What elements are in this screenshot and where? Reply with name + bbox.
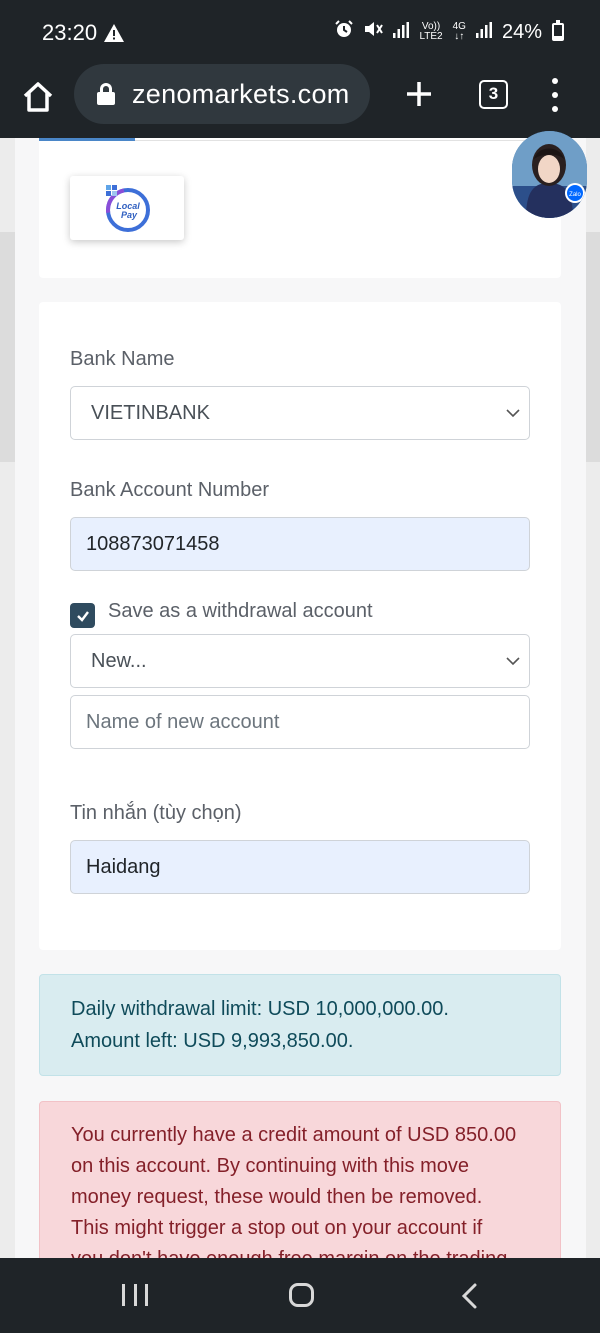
- warning-line: money request, these would then be remov…: [71, 1186, 483, 1208]
- new-account-name-input[interactable]: Name of new account: [70, 695, 530, 749]
- payment-method-card: Local Pay: [39, 138, 561, 278]
- new-tab-button[interactable]: [402, 74, 436, 114]
- warning-line: you don't have enough free margin on the…: [71, 1244, 529, 1258]
- mute-icon: [363, 20, 384, 44]
- amount-left-text: Amount left: USD 9,993,850.00.: [71, 1030, 354, 1052]
- chevron-down-icon: [506, 409, 520, 418]
- bank-name-label: Bank Name: [70, 348, 175, 370]
- account-number-label: Bank Account Number: [70, 479, 269, 501]
- tab-switcher-button[interactable]: 3: [479, 80, 508, 109]
- daily-limit-text: Daily withdrawal limit: USD 10,000,000.0…: [71, 998, 449, 1020]
- warning-line: This might trigger a stop out on your ac…: [71, 1217, 483, 1239]
- system-home-button[interactable]: [289, 1283, 314, 1307]
- url-text: zenomarkets.com: [132, 78, 350, 109]
- recents-bar-icon: [122, 1284, 125, 1306]
- checkmark-icon: [76, 610, 89, 622]
- message-input[interactable]: Haidang: [70, 840, 530, 894]
- new-account-placeholder: Name of new account: [86, 710, 280, 733]
- status-time: 23:20: [42, 20, 98, 45]
- withdrawal-limit-alert: Daily withdrawal limit: USD 10,000,000.0…: [39, 974, 561, 1076]
- save-account-checkbox[interactable]: [70, 603, 95, 628]
- chat-widget-avatar[interactable]: Zalo: [512, 131, 587, 218]
- save-account-label[interactable]: Save as a withdrawal account: [108, 600, 373, 623]
- address-bar[interactable]: zenomarkets.com: [74, 64, 370, 124]
- home-icon: [23, 82, 53, 112]
- volte-label-bottom: LTE2: [419, 31, 443, 42]
- zalo-badge-text: Zalo: [569, 192, 581, 198]
- browser-toolbar: zenomarkets.com 3: [0, 64, 600, 138]
- battery-icon: [552, 20, 564, 41]
- tab-divider: [135, 140, 561, 141]
- status-icons: Vo)) LTE2 4G ↓↑ 24%: [335, 20, 564, 44]
- saved-account-select[interactable]: New...: [70, 634, 530, 688]
- volte-label: Vo)) LTE2: [419, 22, 442, 42]
- recents-button[interactable]: [122, 1284, 148, 1306]
- browser-menu-button[interactable]: [545, 78, 565, 112]
- withdrawal-form-card: Bank Name VIETINBANK Bank Account Number…: [39, 302, 561, 950]
- menu-dot-icon: [552, 78, 558, 84]
- status-bar: 23:20 Vo)) LTE2 4G ↓↑ 24%: [0, 0, 600, 64]
- data-arrows-icon: ↓↑: [454, 31, 465, 42]
- warning-line: on this account. By continuing with this…: [71, 1155, 469, 1177]
- avatar-photo-icon: Zalo: [512, 131, 587, 218]
- alarm-icon: [335, 20, 354, 44]
- active-tab-indicator: [39, 138, 135, 141]
- localpay-logo-icon: Local Pay: [106, 185, 150, 232]
- localpay-logo-text-2: Pay: [121, 210, 138, 220]
- saved-account-value: New...: [91, 649, 147, 672]
- network-type: 4G ↓↑: [453, 22, 466, 42]
- menu-dot-icon: [552, 106, 558, 112]
- home-button[interactable]: [20, 79, 56, 115]
- menu-dot-icon: [552, 92, 558, 98]
- battery-percent: 24%: [501, 20, 542, 43]
- plus-icon: [407, 82, 431, 106]
- system-nav-bar: [0, 1258, 600, 1333]
- chevron-down-icon: [506, 657, 520, 666]
- warning-line: You currently have a credit amount of US…: [71, 1124, 517, 1146]
- warning-icon: [104, 24, 124, 47]
- message-value: Haidang: [86, 855, 161, 878]
- message-label: Tin nhắn (tùy chọn): [70, 802, 242, 824]
- back-chevron-icon: [461, 1283, 477, 1309]
- backdrop-right: [586, 232, 600, 462]
- bank-name-value: VIETINBANK: [91, 401, 210, 424]
- credit-warning-alert: You currently have a credit amount of US…: [39, 1101, 561, 1258]
- back-button[interactable]: [458, 1282, 482, 1310]
- account-number-input[interactable]: 108873071458: [70, 517, 530, 571]
- page-content[interactable]: Local Pay Bank Name VIETINBANK Bank Acco…: [0, 138, 600, 1258]
- signal-icon-1: [393, 21, 410, 44]
- backdrop-left: [0, 232, 15, 462]
- recents-bar-icon: [133, 1284, 137, 1306]
- bank-name-select[interactable]: VIETINBANK: [70, 386, 530, 440]
- lock-icon: [96, 83, 116, 105]
- recents-bar-icon: [145, 1284, 148, 1306]
- localpay-method-button[interactable]: Local Pay: [70, 176, 184, 240]
- account-number-value: 108873071458: [86, 532, 220, 555]
- signal-icon-2: [475, 21, 492, 44]
